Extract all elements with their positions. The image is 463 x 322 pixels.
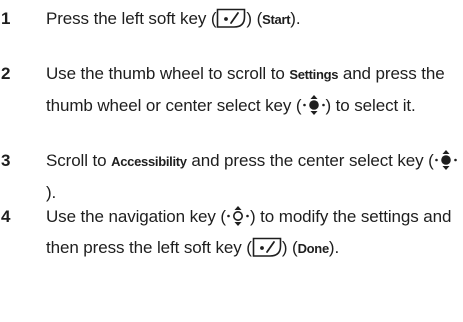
step-text: Use the thumb wheel to scroll to Setting…	[46, 64, 445, 116]
ui-term-start: Start	[262, 12, 291, 27]
step-number: 1	[1, 9, 11, 28]
left-soft-key-icon	[216, 7, 246, 29]
step-text: Press the left soft key () (Start).	[46, 7, 301, 29]
step-number: 3	[1, 151, 11, 170]
step-number: 4	[1, 207, 11, 226]
step-number: 2	[1, 64, 11, 83]
instruction-steps: 1 Press the left soft key () (Start). 2 …	[0, 0, 463, 322]
center-select-key-icon	[434, 149, 458, 171]
navigation-key-icon	[226, 205, 250, 227]
step-text: Scroll to Accessibility and press the ce…	[46, 145, 461, 208]
step-text: Use the navigation key () to modify the …	[46, 205, 452, 258]
ui-term-done: Done	[297, 241, 330, 256]
ui-term-settings: Settings	[289, 67, 339, 82]
left-soft-key-icon	[252, 236, 282, 258]
center-select-key-icon	[302, 94, 326, 116]
ui-term-accessibility: Accessibility	[111, 154, 187, 169]
